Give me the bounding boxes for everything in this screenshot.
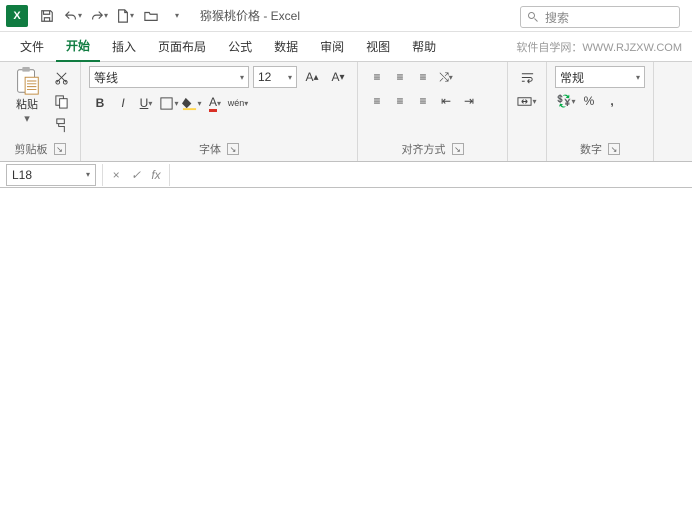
watermark-text: 软件自学网：WWW.RJZXW.COM (516, 39, 682, 55)
group-font: 等线▾ 12▾ A▴ A▾ B I U▾ ▾ ▾ A▾ wén▾ 字体↘ (81, 62, 358, 161)
underline-icon[interactable]: U▾ (135, 92, 157, 114)
group-number: 常规▾ 💱▾ % , 数字↘ (547, 62, 654, 161)
italic-icon[interactable]: I (112, 92, 134, 114)
excel-app-icon: X (6, 5, 28, 27)
name-box[interactable]: L18▾ (6, 164, 96, 186)
paste-button[interactable]: 粘贴 ▾ (8, 66, 46, 125)
tab-insert[interactable]: 插入 (102, 32, 146, 61)
clipboard-launcher-icon[interactable]: ↘ (54, 143, 66, 155)
search-input[interactable]: 搜索 (520, 6, 680, 28)
tab-data[interactable]: 数据 (264, 32, 308, 61)
fx-cancel-icon[interactable]: × (107, 168, 125, 182)
align-bottom-icon[interactable]: ≡ (412, 66, 434, 88)
font-launcher-icon[interactable]: ↘ (227, 143, 239, 155)
border-icon[interactable]: ▾ (158, 92, 180, 114)
align-top-icon[interactable]: ≡ (366, 66, 388, 88)
qat-customize-icon[interactable]: ▾ (165, 4, 189, 28)
save-icon[interactable] (35, 4, 59, 28)
group-clipboard: 粘贴 ▾ 剪贴板↘ (0, 62, 81, 161)
tab-file[interactable]: 文件 (10, 32, 54, 61)
decrease-font-icon[interactable]: A▾ (327, 66, 349, 88)
ribbon-tabs: 文件 开始 插入 页面布局 公式 数据 审阅 视图 帮助 软件自学网：WWW.R… (0, 32, 692, 62)
cut-icon[interactable] (50, 66, 72, 88)
increase-font-icon[interactable]: A▴ (301, 66, 323, 88)
tab-help[interactable]: 帮助 (402, 32, 446, 61)
percent-icon[interactable]: % (578, 90, 600, 112)
orientation-icon[interactable]: ⤭▾ (435, 66, 457, 88)
align-right-icon[interactable]: ≡ (412, 90, 434, 112)
comma-icon[interactable]: , (601, 90, 623, 112)
search-icon (527, 11, 539, 23)
tab-view[interactable]: 视图 (356, 32, 400, 61)
font-size-select[interactable]: 12▾ (253, 66, 297, 88)
align-middle-icon[interactable]: ≡ (389, 66, 411, 88)
tab-formulas[interactable]: 公式 (218, 32, 262, 61)
align-center-icon[interactable]: ≡ (389, 90, 411, 112)
formula-bar: L18▾ × ✓ fx (0, 162, 692, 188)
align-launcher-icon[interactable]: ↘ (452, 143, 464, 155)
new-file-icon[interactable]: ▾ (113, 4, 137, 28)
ribbon: 粘贴 ▾ 剪贴板↘ 等线▾ 12▾ A▴ A▾ B I U▾ ▾ (0, 62, 692, 162)
indent-decrease-icon[interactable]: ⇤ (435, 90, 457, 112)
font-color-icon[interactable]: A▾ (204, 92, 226, 114)
redo-icon[interactable]: ▾ (87, 4, 111, 28)
font-name-select[interactable]: 等线▾ (89, 66, 249, 88)
tab-home[interactable]: 开始 (56, 31, 100, 62)
merge-cells-icon[interactable]: ▾ (516, 90, 538, 112)
tab-review[interactable]: 审阅 (310, 32, 354, 61)
fill-color-icon[interactable]: ▾ (181, 92, 203, 114)
number-format-select[interactable]: 常规▾ (555, 66, 645, 88)
undo-icon[interactable]: ▾ (61, 4, 85, 28)
tab-page-layout[interactable]: 页面布局 (148, 32, 216, 61)
formula-input[interactable] (170, 164, 692, 186)
fx-confirm-icon[interactable]: ✓ (127, 168, 145, 182)
indent-increase-icon[interactable]: ⇥ (458, 90, 480, 112)
group-alignment: ≡ ≡ ≡ ⤭▾ ≡ ≡ ≡ ⇤ ⇥ 对齐方式↘ (358, 62, 508, 161)
window-title: 猕猴桃价格 - Excel (200, 7, 300, 24)
align-left-icon[interactable]: ≡ (366, 90, 388, 112)
bold-icon[interactable]: B (89, 92, 111, 114)
accounting-icon[interactable]: 💱▾ (555, 90, 577, 112)
wrap-text-icon[interactable] (516, 66, 538, 88)
open-folder-icon[interactable] (139, 4, 163, 28)
group-wrap: ▾ (508, 62, 547, 161)
copy-icon[interactable] (50, 90, 72, 112)
title-bar: X ▾ ▾ ▾ ▾ 猕猴桃价格 - Excel 搜索 (0, 0, 692, 32)
phonetic-icon[interactable]: wén▾ (227, 92, 249, 114)
number-launcher-icon[interactable]: ↘ (608, 143, 620, 155)
fx-insert-icon[interactable]: fx (147, 168, 165, 182)
format-painter-icon[interactable] (50, 114, 72, 136)
